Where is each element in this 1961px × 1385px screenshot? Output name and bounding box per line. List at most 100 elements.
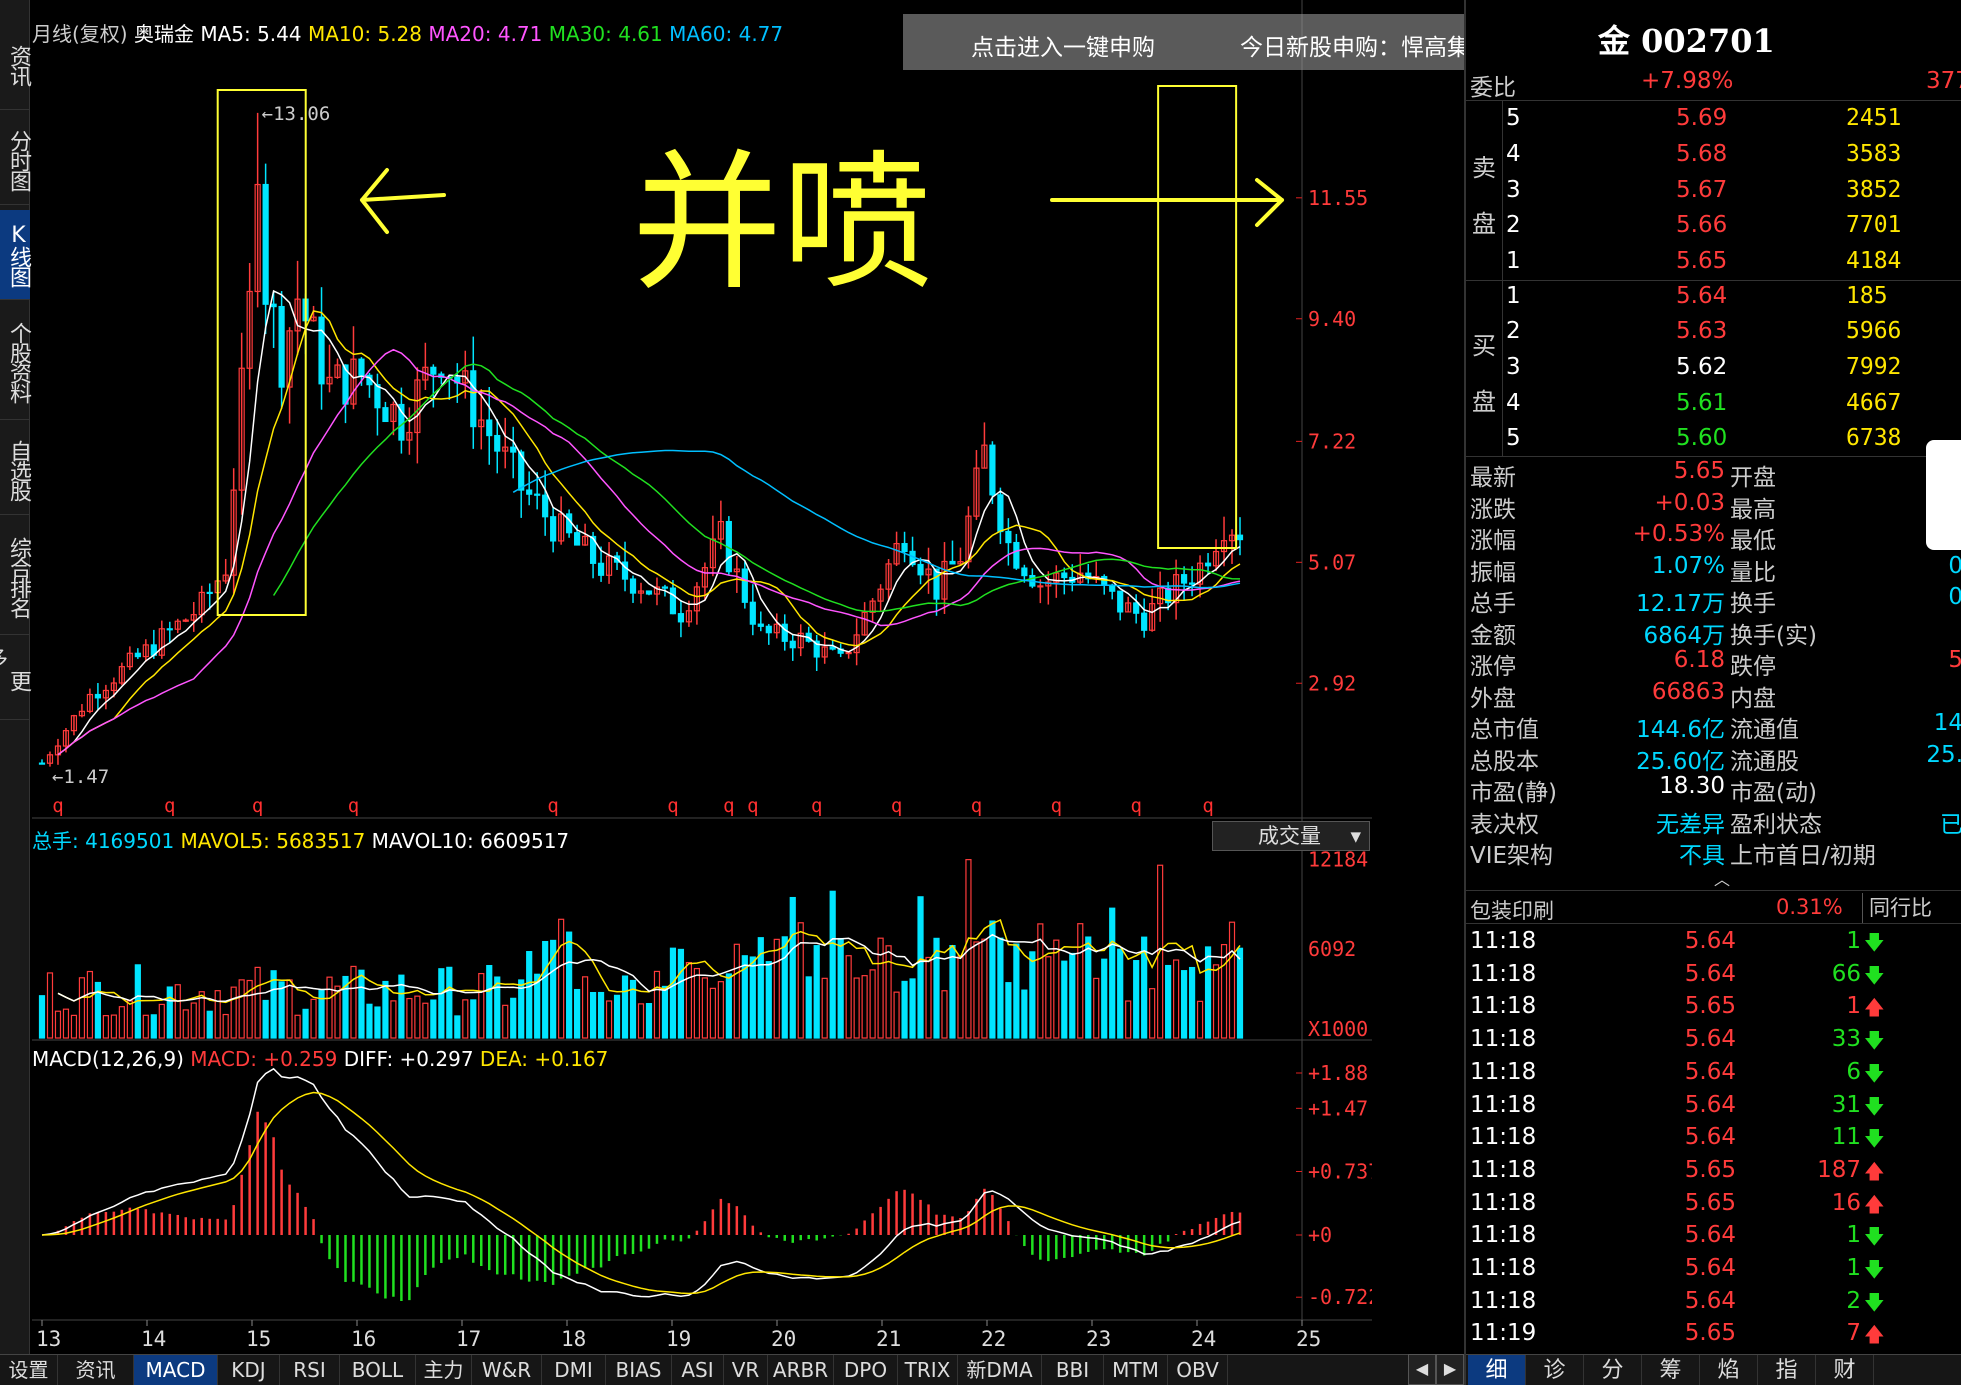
arrow-down-icon: 🡇	[1864, 1126, 1885, 1151]
candle-body	[1133, 602, 1140, 614]
volume-bar	[1133, 960, 1140, 1039]
macd-title: MACD(12,26,9)	[32, 1047, 184, 1071]
sell-level-3: 3 5.67 3852	[1466, 177, 1961, 208]
nav-item-5[interactable]: 综合排名	[0, 520, 31, 635]
tab-rsi[interactable]: RSI	[280, 1355, 340, 1385]
tab-boll[interactable]: BOLL	[340, 1355, 416, 1385]
volume: 185	[1846, 283, 1888, 309]
weibi-label: 委比	[1470, 75, 1516, 101]
candle-body	[1117, 590, 1124, 613]
tab-dmi[interactable]: DMI	[542, 1355, 606, 1385]
arrow-down-icon: 🡇	[1864, 1060, 1885, 1085]
tab-主力[interactable]: 主力	[416, 1355, 472, 1385]
nav-item-6[interactable]: 更多..	[0, 640, 31, 720]
volume-bar	[86, 970, 94, 1039]
nav-item-1[interactable]: 分时图	[0, 115, 31, 205]
volume-bar	[54, 1010, 62, 1039]
candle-body	[550, 516, 557, 542]
volume-bar	[805, 976, 812, 1039]
volume-bar	[158, 1003, 165, 1039]
tab-资讯[interactable]: 资讯	[58, 1355, 134, 1385]
volume-bar	[1180, 970, 1188, 1039]
volume-bar	[1173, 959, 1180, 1039]
volume-bar	[214, 990, 221, 1039]
tab-macd[interactable]: MACD	[134, 1355, 218, 1385]
tab-bias[interactable]: BIAS	[606, 1355, 672, 1385]
candle-body	[134, 652, 141, 658]
detail-tab-1[interactable]: 诊	[1526, 1355, 1584, 1385]
volume-bar	[110, 1014, 117, 1039]
volume-indicator-dropdown[interactable]: 成交量 ▾	[1212, 821, 1370, 851]
detail-tab-5[interactable]: 指	[1758, 1355, 1816, 1385]
candle-body	[318, 316, 325, 385]
nav-item-0[interactable]: 资讯	[0, 20, 31, 110]
tick-volume: 11	[1831, 1124, 1861, 1151]
volume-bar	[254, 966, 261, 1039]
tab-obv[interactable]: OBV	[1168, 1355, 1228, 1385]
tab-w&r[interactable]: W&R	[472, 1355, 542, 1385]
weibi-value: +7.98%	[1641, 68, 1734, 94]
candle-body	[741, 568, 748, 603]
candle-body	[574, 532, 581, 546]
nav-item-4[interactable]: 自选股	[0, 425, 31, 515]
tab-kdj[interactable]: KDJ	[218, 1355, 280, 1385]
nav-item-3[interactable]: 个股资料	[0, 305, 31, 420]
tab-trix[interactable]: TRIX	[898, 1355, 958, 1385]
candle-body	[382, 407, 389, 423]
year-label: 23	[1086, 1327, 1111, 1351]
volume-bar	[374, 1006, 381, 1039]
weibi-right: 377	[1926, 68, 1961, 94]
volume-bar	[566, 931, 573, 1039]
dea-value: DEA: +0.167	[479, 1047, 609, 1071]
side-drawer-handle[interactable]	[1926, 440, 1961, 550]
kline-chart[interactable]: 11.559.407.225.072.92←13.06←1.47q q q q q q q q…	[32, 0, 1372, 1360]
divider	[1466, 100, 1961, 101]
detail-tab-2[interactable]: 分	[1584, 1355, 1642, 1385]
collapse-icon[interactable]: ︿	[1714, 866, 1730, 890]
tick-row: 11:18 5.64 33 🡇	[1466, 1026, 1961, 1057]
tab-设置[interactable]: 设置	[0, 1355, 58, 1385]
tab-vr[interactable]: VR	[724, 1355, 768, 1385]
nav-item-2[interactable]: K线图	[0, 210, 31, 300]
stat-row-3: 振幅 1.07% 量比 0	[1466, 553, 1961, 586]
tab-bbi[interactable]: BBI	[1042, 1355, 1104, 1385]
compare-sector-button[interactable]: 同行比	[1862, 893, 1938, 923]
volume-bar	[390, 1000, 397, 1039]
scroll-left-icon[interactable]: ◀	[1408, 1354, 1436, 1385]
volume-bar	[414, 995, 421, 1039]
volume-bar	[973, 941, 980, 1039]
chart-area[interactable]: 11.55 9.40 7.22 5.07 2.92 ←13.06 ←1.47 q q q q q q q q…	[32, 0, 1372, 1360]
q-mark: q	[547, 795, 558, 817]
stat-value: 5.65	[1673, 458, 1725, 484]
divider	[1466, 280, 1961, 281]
one-click-subscribe-link[interactable]: 点击进入一键申购	[971, 28, 1155, 62]
volume-bar	[126, 1000, 133, 1039]
tab-dpo[interactable]: DPO	[834, 1355, 898, 1385]
candle-body	[677, 613, 685, 623]
tab-asi[interactable]: ASI	[672, 1355, 724, 1385]
high-marker: ←13.06	[262, 103, 331, 125]
volume-bar	[997, 937, 1004, 1039]
volume-bar	[821, 977, 828, 1039]
detail-tab-0[interactable]: 细	[1468, 1355, 1526, 1385]
tab-arbr[interactable]: ARBR	[768, 1355, 834, 1385]
scroll-right-icon[interactable]: ▶	[1436, 1354, 1464, 1385]
tick-volume: 1	[1846, 1255, 1861, 1281]
tab-mtm[interactable]: MTM	[1104, 1355, 1168, 1385]
detail-tab-4[interactable]: 焰	[1700, 1355, 1758, 1385]
dea-line	[41, 1091, 1241, 1295]
candle-body	[749, 601, 756, 625]
detail-tab-6[interactable]: 财	[1816, 1355, 1874, 1385]
level: 4	[1506, 141, 1521, 167]
volume-bar	[358, 969, 365, 1039]
stat-right-label: 上市首日/初期	[1730, 843, 1876, 869]
tab-新dma[interactable]: 新DMA	[958, 1355, 1042, 1385]
mavol10-label: MAVOL10: 6609517	[371, 829, 570, 853]
volume-bar	[1125, 1000, 1132, 1039]
volume-bar	[845, 955, 852, 1039]
volume-bar	[1204, 946, 1212, 1039]
volume: 3852	[1846, 177, 1902, 203]
buy-level-2: 2 5.63 5966	[1466, 318, 1961, 349]
candle-body	[206, 591, 213, 595]
detail-tab-3[interactable]: 筹	[1642, 1355, 1700, 1385]
